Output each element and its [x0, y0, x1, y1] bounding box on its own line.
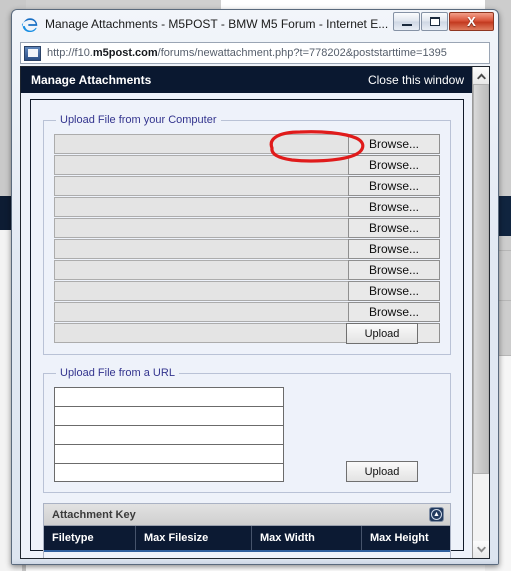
- minimize-icon: [401, 23, 412, 26]
- column-header-max-height: Max Height: [370, 532, 429, 544]
- file-input-2[interactable]: [54, 155, 348, 175]
- file-input-1[interactable]: [54, 134, 348, 154]
- attachment-key-table-body: [44, 552, 450, 558]
- title-bar[interactable]: Manage Attachments - M5POST - BMW M5 For…: [12, 10, 498, 40]
- scroll-down-button[interactable]: [473, 541, 489, 558]
- upload-files-button[interactable]: Upload: [346, 323, 418, 344]
- upload-row: Browse...: [54, 239, 440, 259]
- url-input-5[interactable]: [54, 463, 284, 482]
- attachment-key-header: Attachment Key ▲: [44, 504, 450, 526]
- upload-row: Browse...: [54, 218, 440, 238]
- url-input-2[interactable]: [54, 406, 284, 425]
- url-input-3[interactable]: [54, 425, 284, 444]
- scrollbar-thumb[interactable]: [473, 84, 489, 474]
- close-button[interactable]: X: [449, 12, 494, 31]
- file-input-5[interactable]: [54, 218, 348, 238]
- maximize-icon: [429, 17, 440, 26]
- address-url: http://f10.m5post.com/forums/newattachme…: [47, 47, 489, 59]
- file-input-10[interactable]: [54, 323, 348, 343]
- page-content: Manage Attachments Close this window Upl…: [21, 67, 472, 558]
- content-panel: Upload File from your Computer Browse...…: [30, 99, 464, 558]
- upload-row: Browse...: [54, 302, 440, 322]
- page-header-bar: Manage Attachments Close this window: [21, 67, 472, 93]
- browse-button-3[interactable]: Browse...: [348, 176, 440, 196]
- url-suffix: /forums/newattachment.php?t=778202&posts…: [157, 47, 447, 59]
- upload-from-url-legend: Upload File from a URL: [60, 367, 175, 379]
- scrollbar-track[interactable]: [473, 84, 489, 541]
- url-input-4[interactable]: [54, 444, 284, 463]
- attachment-key-table-header: Filetype Max Filesize Max Width Max Heig…: [44, 526, 450, 552]
- browse-button-2[interactable]: Browse...: [348, 155, 440, 175]
- upload-url-button[interactable]: Upload: [346, 461, 418, 482]
- upload-from-url-section: Upload File from a URL Upload: [43, 367, 451, 493]
- column-header-filetype: Filetype: [44, 526, 136, 550]
- minimize-button[interactable]: [393, 12, 420, 31]
- file-input-7[interactable]: [54, 260, 348, 280]
- collapse-icon[interactable]: ▲: [429, 507, 444, 522]
- browse-button-1[interactable]: Browse...: [348, 134, 440, 154]
- upload-row: Browse...: [54, 134, 440, 154]
- page-viewport: Manage Attachments Close this window Upl…: [20, 66, 490, 559]
- page-title: Manage Attachments: [31, 73, 152, 87]
- browse-button-7[interactable]: Browse...: [348, 260, 440, 280]
- browse-button-8[interactable]: Browse...: [348, 281, 440, 301]
- page-scrollbar[interactable]: [472, 67, 489, 558]
- page-icon: [24, 45, 41, 61]
- url-prefix: http://f10.: [47, 47, 93, 59]
- url-domain: m5post.com: [92, 47, 158, 59]
- column-header-max-filesize: Max Filesize: [136, 526, 252, 550]
- chevron-up-icon: [476, 72, 486, 79]
- attachment-key-section: Attachment Key ▲ Filetype Max Filesize M…: [43, 503, 451, 558]
- maximize-button[interactable]: [421, 12, 448, 31]
- column-header-max-width: Max Width: [252, 526, 362, 550]
- browse-button-4[interactable]: Browse...: [348, 197, 440, 217]
- upload-row: Browse...: [54, 260, 440, 280]
- address-bar[interactable]: http://f10.m5post.com/forums/newattachme…: [20, 42, 490, 64]
- chevron-down-icon: [476, 546, 486, 553]
- upload-row: Browse...: [54, 176, 440, 196]
- close-this-window-link[interactable]: Close this window: [368, 73, 464, 87]
- upload-row: Browse...: [54, 197, 440, 217]
- upload-from-computer-section: Upload File from your Computer Browse...…: [43, 114, 451, 355]
- window-controls: X: [393, 12, 494, 31]
- collapse-chevron-icon: ▲: [431, 509, 442, 520]
- close-icon: X: [467, 14, 476, 29]
- window-title: Manage Attachments - M5POST - BMW M5 For…: [45, 17, 389, 31]
- file-input-6[interactable]: [54, 239, 348, 259]
- upload-row: Browse...: [54, 281, 440, 301]
- browse-button-9[interactable]: Browse...: [348, 302, 440, 322]
- file-input-8[interactable]: [54, 281, 348, 301]
- file-input-4[interactable]: [54, 197, 348, 217]
- browse-button-6[interactable]: Browse...: [348, 239, 440, 259]
- browse-button-5[interactable]: Browse...: [348, 218, 440, 238]
- attachment-key-title: Attachment Key: [52, 508, 136, 521]
- scroll-up-button[interactable]: [473, 67, 489, 84]
- internet-explorer-icon: [21, 18, 38, 33]
- upload-rows-list: Browse... Browse... Browse... Browse... Brow…: [54, 134, 440, 343]
- file-input-3[interactable]: [54, 176, 348, 196]
- file-input-9[interactable]: [54, 302, 348, 322]
- url-input-1[interactable]: [54, 387, 284, 406]
- upload-from-computer-legend: Upload File from your Computer: [60, 114, 217, 126]
- upload-row: Browse...: [54, 155, 440, 175]
- window-bottom-edge: [12, 559, 498, 564]
- browser-window: Manage Attachments - M5POST - BMW M5 For…: [11, 9, 499, 565]
